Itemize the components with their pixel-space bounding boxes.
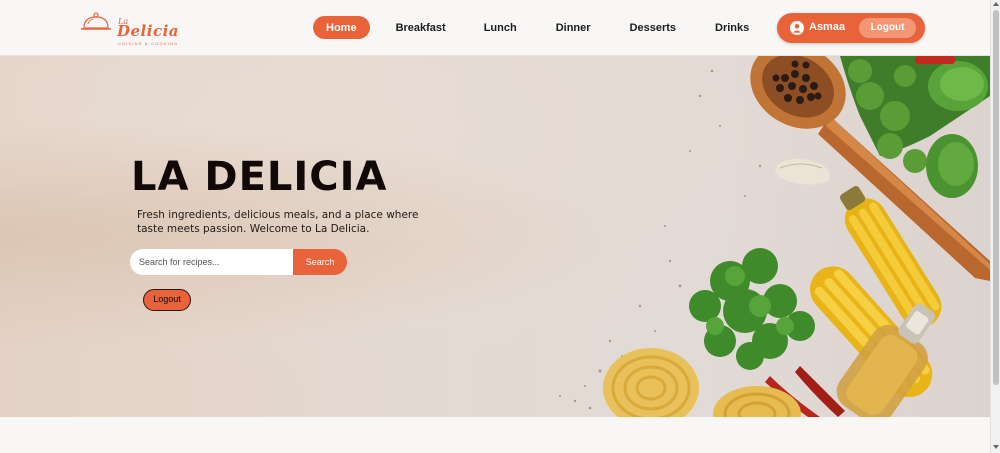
scroll-thumb[interactable] <box>993 10 999 385</box>
hero-title: LA DELICIA <box>131 154 388 200</box>
brand-logo[interactable]: La Delicia CUISINE & COOKING <box>80 10 190 46</box>
logout-button[interactable]: Logout <box>859 18 916 38</box>
ingredients-illustration <box>559 56 990 417</box>
navbar: La Delicia CUISINE & COOKING Home Breakf… <box>0 0 990 56</box>
page-content-area <box>0 417 990 453</box>
hero-description: Fresh ingredients, delicious meals, and … <box>137 209 419 235</box>
nav-item-breakfast[interactable]: Breakfast <box>396 22 446 34</box>
hero-section: LA DELICIA Fresh ingredients, delicious … <box>0 56 990 417</box>
nav-item-home[interactable]: Home <box>313 16 370 39</box>
page-scrollbar[interactable] <box>990 0 1000 453</box>
scroll-down-arrow-icon[interactable] <box>993 445 999 449</box>
recipe-search: Search <box>130 249 347 275</box>
main-nav: Home Breakfast Lunch Dinner Desserts Dri… <box>313 16 749 39</box>
nav-item-drinks[interactable]: Drinks <box>715 22 749 34</box>
nav-item-dinner[interactable]: Dinner <box>556 22 591 34</box>
nav-item-lunch[interactable]: Lunch <box>484 22 517 34</box>
user-circle-icon <box>790 21 804 35</box>
cloche-icon <box>81 12 111 30</box>
scroll-up-arrow-icon[interactable] <box>993 2 999 6</box>
nav-item-desserts[interactable]: Desserts <box>630 22 676 34</box>
hero-logout-button[interactable]: Logout <box>143 289 191 311</box>
user-name: Asmaa <box>809 21 846 33</box>
search-input[interactable] <box>130 249 295 275</box>
brand-name: Delicia <box>117 22 179 40</box>
search-button[interactable]: Search <box>293 249 347 275</box>
user-menu: Asmaa Logout <box>777 13 925 43</box>
brand-tagline: CUISINE & COOKING <box>118 41 179 46</box>
